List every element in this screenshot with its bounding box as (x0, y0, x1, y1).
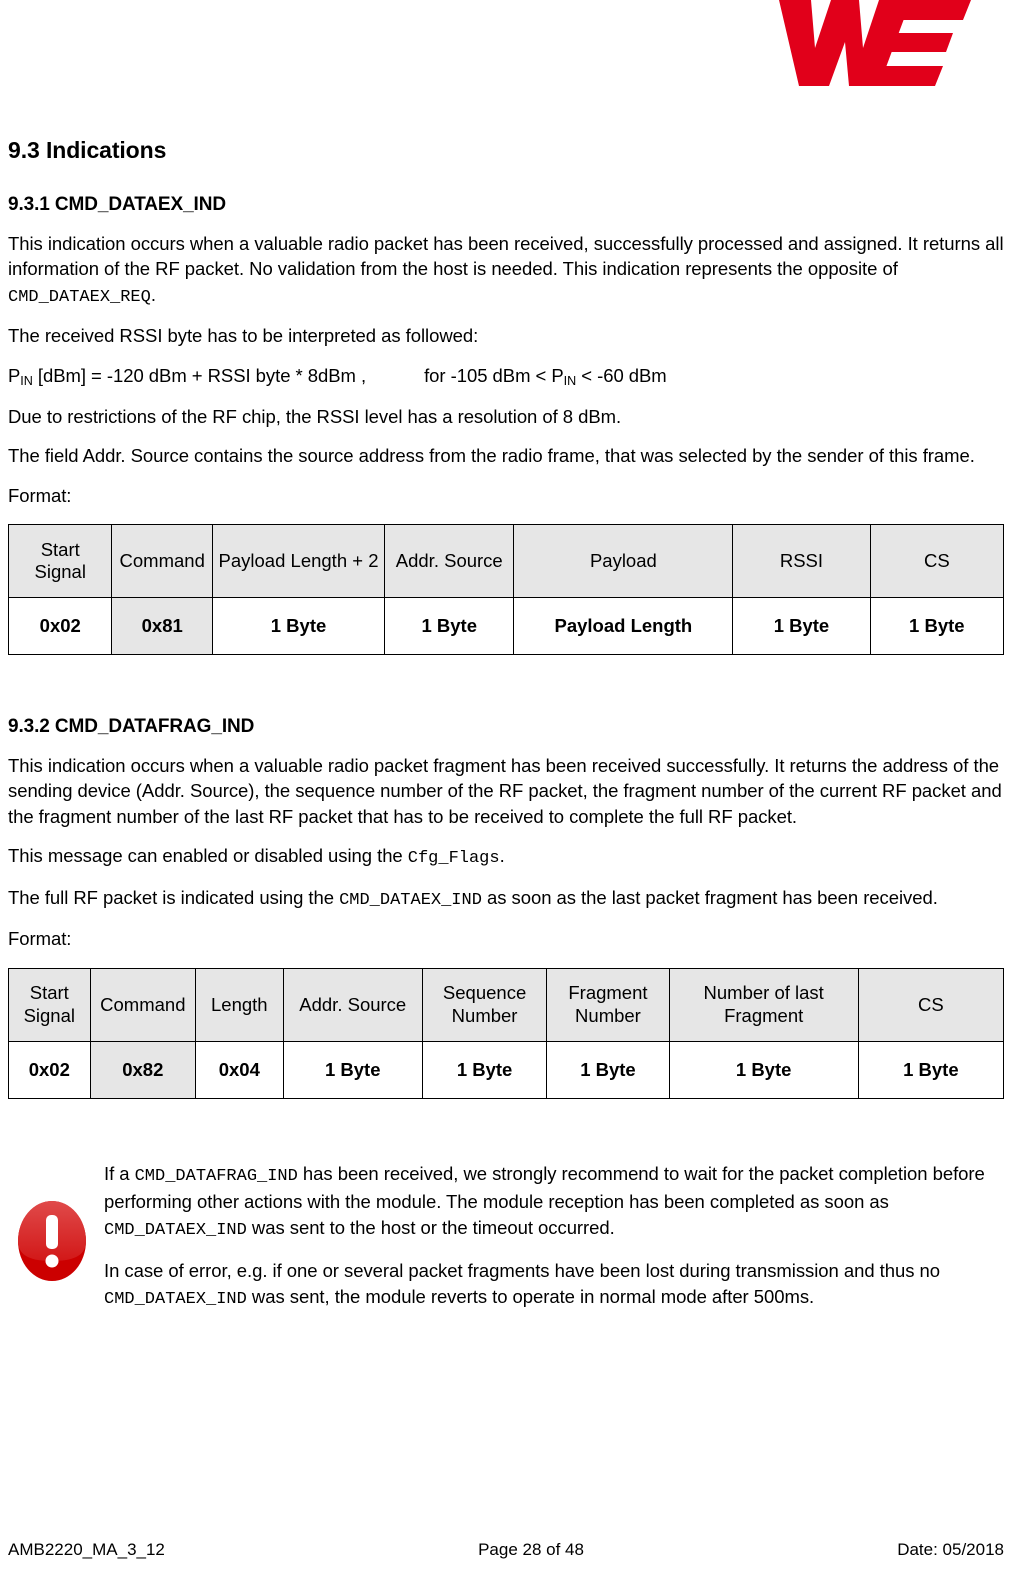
page-title: 9.3 Indications (8, 137, 167, 163)
table-value-cell-command: 0x82 (89, 1040, 197, 1099)
formula-rhs-subscript: IN (563, 373, 577, 388)
paragraph-datafrag-intro: This indication occurs when a valuable r… (8, 754, 1002, 827)
table-header-cell: Payload Length + 2 (211, 524, 386, 599)
warning-exclamation-icon (16, 1199, 88, 1283)
text-run: If a (104, 1162, 135, 1184)
table-value-cell: 1 Byte (211, 597, 386, 656)
table-header-cell: Sequence Number (421, 967, 548, 1042)
table-header-cell: Fragment Number (546, 967, 670, 1042)
table-value-cell: 1 Byte (869, 597, 1005, 656)
table-value-cell: 0x04 (195, 1040, 284, 1099)
paragraph-addr-source: The field Addr. Source contains the sour… (8, 445, 975, 467)
heading-9-3-2: 9.3.2 CMD_DATAFRAG_IND (8, 716, 255, 738)
formula-rhs-prefix: for -105 dBm < (424, 364, 552, 386)
text-run: . (150, 283, 156, 305)
text-run: This message can enabled or disabled usi… (8, 845, 408, 867)
text-run: as soon as the last packet fragment has … (481, 886, 938, 908)
warning-note-body: If a CMD_DATAFRAG_IND has been received,… (104, 1157, 1004, 1312)
text-run: was sent to the host or the timeout occu… (246, 1216, 615, 1238)
text-run: In case of error, e.g. if one or several… (104, 1260, 940, 1282)
formula-lhs-subscript: IN (20, 373, 33, 388)
table-value-cell: 1 Byte (546, 1040, 670, 1099)
code-cmd-dataex-req: CMD_DATAEX_REQ (8, 287, 151, 307)
format-label-1: Format: (8, 484, 72, 506)
table-header-cell: Payload (513, 524, 734, 599)
table-row: 0x02 0x81 1 Byte 1 Byte Payload Length 1… (7, 597, 1005, 656)
table-value-cell: 1 Byte (282, 1040, 423, 1099)
table-header-cell: RSSI (732, 524, 871, 599)
text-run: was sent, the module reverts to operate … (246, 1286, 815, 1308)
document-content: 9.3 Indications 9.3.1 CMD_DATAEX_IND Thi… (7, 136, 1005, 1312)
we-logo (775, 0, 971, 86)
table-header-row: Start Signal Command Payload Length + 2 … (7, 524, 1005, 599)
footer-doc-id: AMB2220_MA_3_12 (8, 1540, 165, 1559)
paragraph-cfg-flags: This message can enabled or disabled usi… (8, 843, 1004, 870)
table-value-cell: 1 Byte (732, 597, 871, 656)
code-cfg-flags: Cfg_Flags (407, 849, 500, 869)
table-value-cell: 1 Byte (384, 597, 515, 656)
table-header-cell: Number of last Fragment (668, 967, 859, 1042)
formula-lhs-rest: [dBm] = -120 dBm + RSSI byte * 8dBm , (32, 364, 367, 386)
text-run: This indication occurs when a valuable r… (8, 232, 1004, 280)
table-value-cell: 0x02 (8, 1040, 91, 1099)
formula-rhs-symbol: P (551, 364, 564, 386)
warning-paragraph-2: In case of error, e.g. if one or several… (104, 1258, 1004, 1312)
table-header-cell: CS (869, 524, 1005, 599)
table-header-cell: Length (195, 967, 284, 1042)
heading-9-3-1: 9.3.1 CMD_DATAEX_IND (8, 193, 226, 215)
formula-rhs-rest: < -60 dBm (576, 364, 667, 386)
paragraph-rssi-resolution: Due to restrictions of the RF chip, the … (8, 405, 622, 427)
table-value-cell: 1 Byte (421, 1040, 548, 1099)
text-run: The full RF packet is indicated using th… (8, 886, 340, 908)
table-header-cell: Addr. Source (384, 524, 515, 599)
footer-date: Date: 05/2018 (897, 1540, 1004, 1559)
format-label-2: Format: (8, 928, 72, 950)
code-cmd-dataex-ind: CMD_DATAEX_IND (339, 890, 482, 910)
paragraph-rssi-intro: The received RSSI byte has to be interpr… (8, 324, 479, 346)
table-header-cell: Addr. Source (282, 967, 423, 1042)
text-run: . (499, 845, 505, 867)
paragraph-full-packet: The full RF packet is indicated using th… (8, 885, 1004, 912)
code-cmd-datafrag-ind: CMD_DATAFRAG_IND (134, 1166, 298, 1186)
formula-rssi: PIN [dBm] = -120 dBm + RSSI byte * 8dBm … (8, 363, 1004, 390)
paragraph-dataex-intro: This indication occurs when a valuable r… (8, 231, 1004, 309)
table-value-cell: 1 Byte (857, 1040, 1005, 1099)
page-footer: AMB2220_MA_3_12 Page 28 of 48 Date: 05/2… (8, 1540, 1004, 1560)
document-page: 9.3 Indications 9.3.1 CMD_DATAEX_IND Thi… (0, 0, 1019, 1595)
table-value-cell-command: 0x81 (111, 597, 213, 656)
table-header-cell: CS (857, 967, 1005, 1042)
formula-lhs-symbol: P (8, 364, 21, 386)
table-value-cell: 1 Byte (668, 1040, 859, 1099)
code-cmd-dataex-ind: CMD_DATAEX_IND (104, 1220, 247, 1240)
table-row: 0x02 0x82 0x04 1 Byte 1 Byte 1 Byte 1 By… (8, 1040, 1005, 1099)
table-cmd-dataex-ind-format: Start Signal Command Payload Length + 2 … (7, 524, 1005, 656)
table-value-cell: Payload Length (513, 597, 734, 656)
footer-page-number: Page 28 of 48 (478, 1540, 584, 1559)
code-cmd-dataex-ind: CMD_DATAEX_IND (104, 1290, 247, 1310)
warning-paragraph-1: If a CMD_DATAFRAG_IND has been received,… (104, 1161, 1004, 1242)
table-value-cell: 0x02 (7, 597, 113, 656)
table-header-cell: Command (111, 524, 213, 599)
table-header-row: Start Signal Command Length Addr. Source… (8, 967, 1005, 1042)
table-header-cell: Start Signal (7, 524, 113, 599)
table-header-cell: Command (89, 967, 197, 1042)
warning-note: If a CMD_DATAFRAG_IND has been received,… (8, 1157, 1004, 1312)
table-header-cell: Start Signal (8, 967, 91, 1042)
table-cmd-datafrag-ind-format: Start Signal Command Length Addr. Source… (8, 967, 1005, 1099)
